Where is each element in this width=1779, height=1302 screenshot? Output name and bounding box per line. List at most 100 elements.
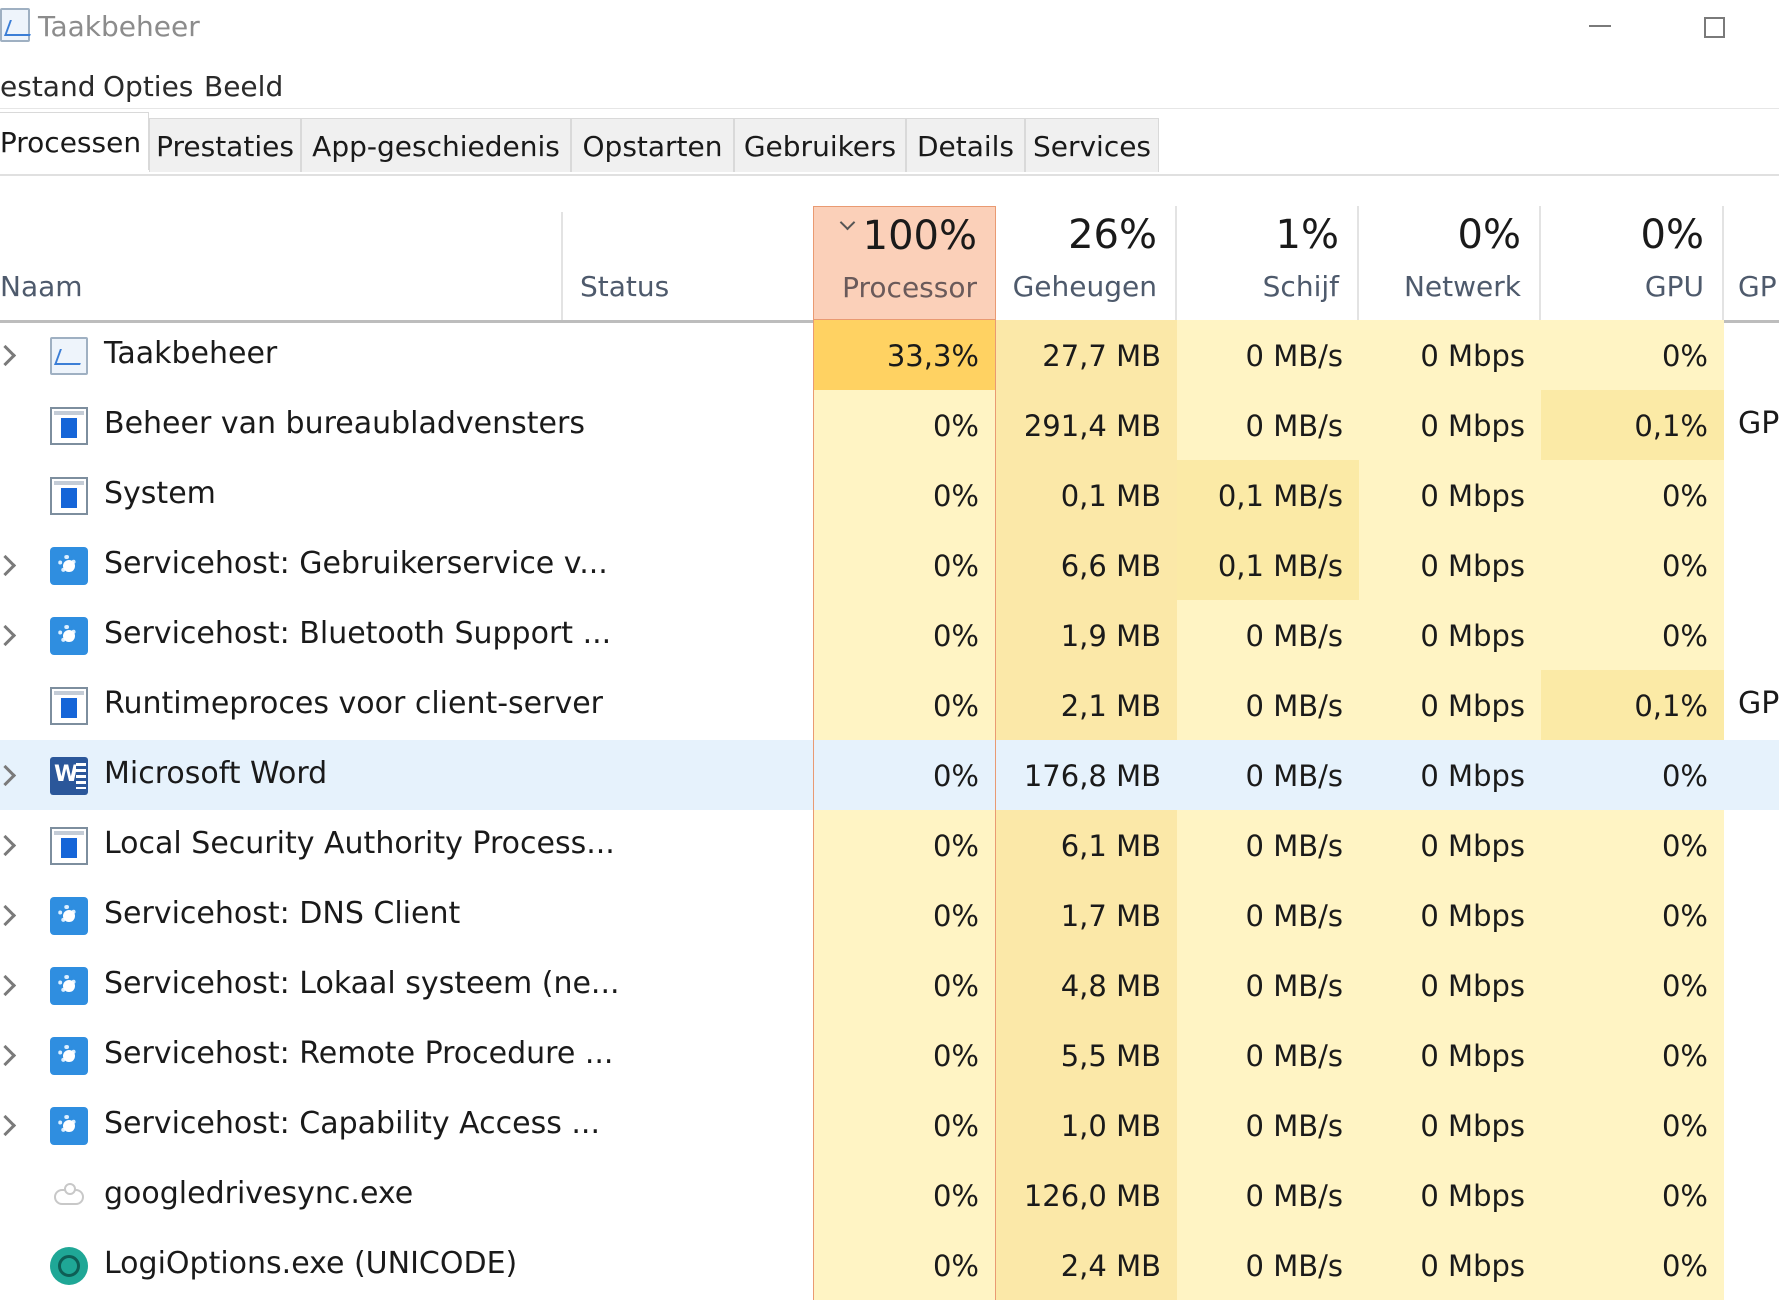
process-gpu-cell: 0% (1541, 880, 1724, 950)
process-network-cell: 0 Mbps (1359, 600, 1541, 670)
chevron-right-icon[interactable] (2, 974, 16, 996)
process-name: LogiOptions.exe (UNICODE) (104, 1246, 518, 1281)
process-cpu-cell: 0% (813, 1090, 996, 1160)
process-disk-cell: 0 MB/s (1177, 1160, 1359, 1230)
disk-total: 1% (1275, 212, 1339, 258)
process-disk-cell: 0,1 MB/s (1177, 460, 1359, 530)
process-row[interactable]: Servicehost: DNS Client 0% 1,7 MB 0 MB/s 0 M… (0, 880, 1779, 950)
maximize-icon[interactable] (1688, 8, 1738, 42)
network-total: 0% (1457, 212, 1521, 258)
process-name: Local Security Authority Process... (104, 826, 615, 861)
minimize-icon[interactable] (1575, 8, 1625, 42)
menu-bar: estand Opties Beeld (0, 64, 1779, 109)
column-header-disk[interactable]: 1% Schijf (1177, 206, 1359, 320)
tab-gebruikers[interactable]: Gebruikers (734, 118, 906, 172)
tab-details[interactable]: Details (906, 118, 1025, 172)
gpu-total: 0% (1640, 212, 1704, 258)
tab-prestaties[interactable]: Prestaties (149, 118, 301, 172)
process-row[interactable]: Local Security Authority Process... 0% 6,1… (0, 810, 1779, 880)
process-cpu-cell: 0% (813, 390, 996, 460)
chevron-right-icon[interactable] (2, 624, 16, 646)
process-memory-cell: 1,9 MB (996, 600, 1177, 670)
column-header-memory[interactable]: 26% Geheugen (996, 206, 1177, 320)
cloud-icon (50, 1177, 88, 1215)
chevron-right-icon[interactable] (2, 904, 16, 926)
gear-icon (50, 1107, 88, 1145)
window-icon (50, 407, 88, 445)
process-row[interactable]: Microsoft Word0%176,8 MB0 MB/s0 Mbps0% (0, 740, 1779, 810)
process-gpu-cell: 0% (1541, 1230, 1724, 1300)
logi-icon (50, 1247, 88, 1285)
column-header-gpu[interactable]: 0% GPU (1541, 206, 1724, 320)
tab-processen[interactable]: Processen (0, 112, 149, 170)
chevron-right-icon[interactable] (2, 554, 16, 576)
process-gpu-cell: 0% (1541, 600, 1724, 670)
tab-opstarten[interactable]: Opstarten (571, 118, 734, 172)
process-cpu-cell: 33,3% (813, 320, 996, 390)
chevron-right-icon[interactable] (2, 764, 16, 786)
process-gpu-cell: 0,1% (1541, 390, 1724, 460)
column-header-processor[interactable]: 100% Processor (813, 206, 996, 320)
process-name: googledrivesync.exe (104, 1176, 414, 1211)
memory-total: 26% (1068, 212, 1157, 258)
process-network-cell: 0 Mbps (1359, 320, 1541, 390)
process-disk-cell: 0 MB/s (1177, 600, 1359, 670)
process-row[interactable]: Servicehost: Gebruikerservice v... 0% 6,6 … (0, 530, 1779, 600)
process-gpu-cell: 0% (1541, 1020, 1724, 1090)
process-disk-cell: 0 MB/s (1177, 880, 1359, 950)
disk-label: Schijf (1262, 270, 1339, 303)
process-row[interactable]: Servicehost: Capability Access ... 0% 1,0 … (0, 1090, 1779, 1160)
process-row[interactable]: Servicehost: Lokaal systeem (ne... 0% 4,8 … (0, 950, 1779, 1020)
process-name: Servicehost: Capability Access ... (104, 1106, 600, 1141)
menu-beeld[interactable]: Beeld (204, 70, 283, 103)
process-gpu-cell: 0% (1541, 1160, 1724, 1230)
chevron-right-icon[interactable] (2, 834, 16, 856)
process-network-cell: 0 Mbps (1359, 530, 1541, 600)
process-memory-cell: 1,0 MB (996, 1090, 1177, 1160)
column-header-gpu-engine[interactable]: GP (1724, 206, 1779, 320)
process-name: Servicehost: Gebruikerservice v... (104, 546, 608, 581)
process-memory-cell: 2,1 MB (996, 670, 1177, 740)
process-row[interactable]: googledrivesync.exe 0% 126,0 MB 0 MB/s 0 Mbp… (0, 1160, 1779, 1230)
column-header-network[interactable]: 0% Netwerk (1359, 206, 1541, 320)
process-disk-cell: 0 MB/s (1177, 1090, 1359, 1160)
process-row[interactable]: Beheer van bureaubladvensters 0% 291,4 MB 0… (0, 390, 1779, 460)
process-memory-cell: 6,1 MB (996, 810, 1177, 880)
process-cpu-cell: 0% (813, 460, 996, 530)
process-name: Servicehost: Remote Procedure ... (104, 1036, 614, 1071)
process-row[interactable]: Servicehost: Bluetooth Support ... 0% 1,9 … (0, 600, 1779, 670)
tab-bar: Processen Prestaties App-geschiedenis Op… (0, 112, 1779, 176)
process-row[interactable]: LogiOptions.exe (UNICODE) 0% 2,4 MB 0 MB/s 0… (0, 1230, 1779, 1300)
gear-icon (50, 967, 88, 1005)
tab-app-geschiedenis[interactable]: App-geschiedenis (301, 118, 571, 172)
process-network-cell: 0 Mbps (1359, 1090, 1541, 1160)
process-row[interactable]: Servicehost: Remote Procedure ... 0% 5,5 M… (0, 1020, 1779, 1090)
process-gpu-cell: 0% (1541, 950, 1724, 1020)
process-name: Servicehost: Bluetooth Support ... (104, 616, 612, 651)
tab-services[interactable]: Services (1025, 118, 1159, 172)
gear-icon (50, 897, 88, 935)
process-row[interactable]: System 0% 0,1 MB 0,1 MB/s 0 Mbps 0% (0, 460, 1779, 530)
column-header-status[interactable]: Status (563, 206, 813, 320)
process-row[interactable]: Taakbeheer 33,3% 27,7 MB 0 MB/s 0 Mbps 0% (0, 320, 1779, 390)
process-disk-cell: 0 MB/s (1177, 320, 1359, 390)
network-label: Netwerk (1403, 270, 1521, 303)
column-header-name[interactable]: Naam (0, 206, 562, 320)
title-bar: Taakbeheer (0, 0, 1779, 52)
process-gpu-engine-cell: GP (1738, 406, 1779, 441)
process-name: Beheer van bureaubladvensters (104, 406, 585, 441)
process-network-cell: 0 Mbps (1359, 1160, 1541, 1230)
process-row[interactable]: Runtimeproces voor client-server 0% 2,1 MB… (0, 670, 1779, 740)
process-disk-cell: 0 MB/s (1177, 810, 1359, 880)
menu-opties[interactable]: Opties (103, 70, 193, 103)
window-title: Taakbeheer (38, 10, 200, 43)
chevron-right-icon[interactable] (2, 1044, 16, 1066)
menu-bestand[interactable]: estand (0, 70, 95, 103)
chevron-right-icon[interactable] (2, 344, 16, 366)
process-memory-cell: 6,6 MB (996, 530, 1177, 600)
task-manager-icon (0, 8, 30, 42)
process-memory-cell: 291,4 MB (996, 390, 1177, 460)
process-gpu-cell: 0% (1541, 1090, 1724, 1160)
chevron-right-icon[interactable] (2, 1114, 16, 1136)
process-name: System (104, 476, 216, 511)
